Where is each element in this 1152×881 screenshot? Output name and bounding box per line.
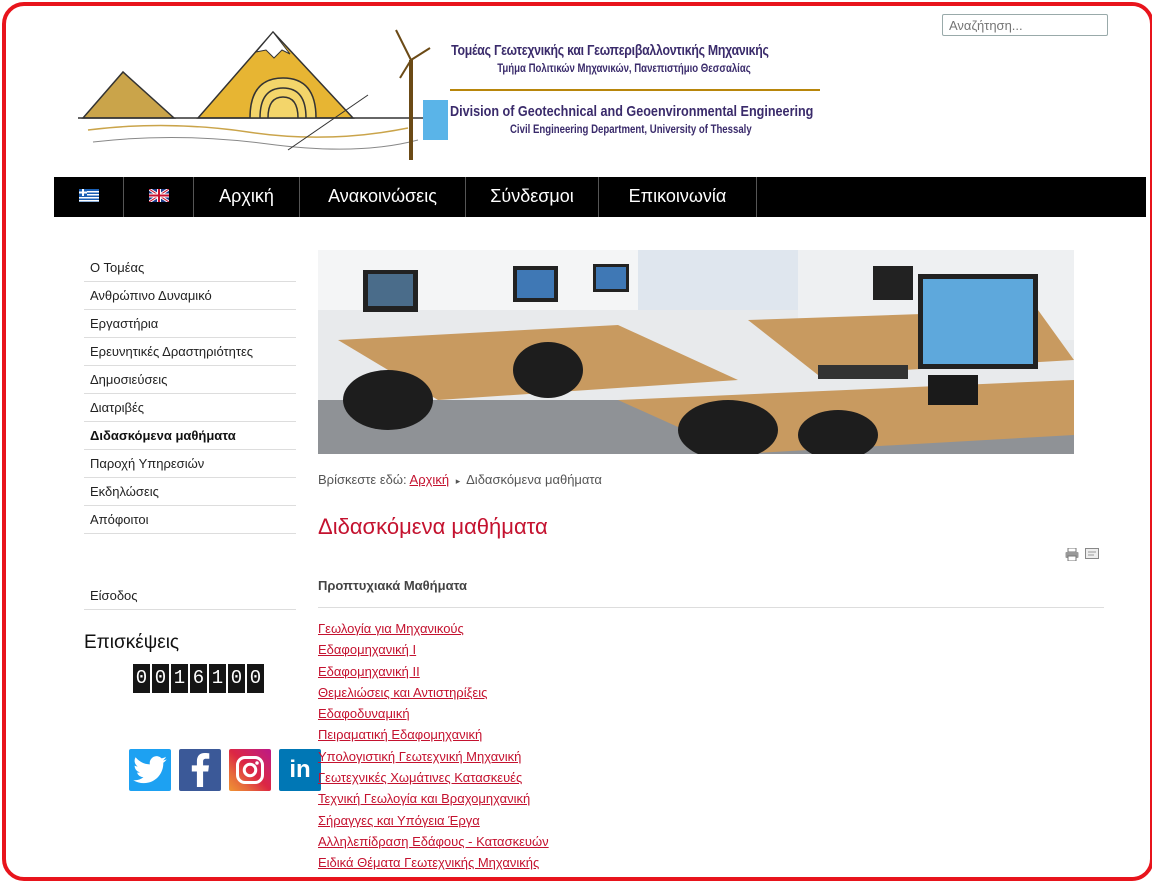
title-greek: Τομέας Γεωτεχνικής και Γεωπεριβαλλοντική… — [451, 42, 769, 59]
search-input[interactable] — [942, 14, 1108, 36]
counter-digit: 0 — [247, 664, 264, 693]
course-link[interactable]: Υπολογιστική Γεωτεχνική Μηχανική — [318, 746, 549, 767]
lang-greek-button[interactable] — [54, 177, 124, 217]
course-link[interactable]: Ειδικά Θέματα Γεωτεχνικής Μηχανικής — [318, 852, 549, 873]
sidebar-item-publications[interactable]: Δημοσιεύσεις — [84, 366, 296, 394]
course-link[interactable]: Γεωλογία για Μηχανικούς — [318, 618, 549, 639]
classroom-image — [318, 250, 1074, 454]
breadcrumb-prefix: Βρίσκεστε εδώ: — [318, 472, 407, 487]
sidebar-item-services[interactable]: Παροχή Υπηρεσιών — [84, 450, 296, 478]
counter-digit: 1 — [171, 664, 188, 693]
visit-counter: 0 0 1 6 1 0 0 — [133, 664, 264, 693]
subtitle-english: Civil Engineering Department, University… — [510, 122, 752, 136]
page: Τομέας Γεωτεχνικής και Γεωπεριβαλλοντική… — [54, 6, 1146, 877]
sidebar-item-courses[interactable]: Διδασκόμενα μαθήματα — [84, 422, 296, 450]
breadcrumb: Βρίσκεστε εδώ: Αρχική ▸ Διδασκόμενα μαθή… — [318, 472, 602, 487]
email-icon[interactable] — [1085, 548, 1099, 559]
sidebar-item-research[interactable]: Ερευνητικές Δραστηριότητες — [84, 338, 296, 366]
greek-flag-icon — [78, 189, 99, 203]
instagram-icon[interactable] — [229, 749, 271, 791]
sidebar-item-theses[interactable]: Διατριβές — [84, 394, 296, 422]
course-link[interactable]: Σήραγγες και Υπόγεια Έργα — [318, 810, 549, 831]
course-link[interactable]: Αλληλεπίδραση Εδάφους - Κατασκευών — [318, 831, 549, 852]
breadcrumb-current: Διδασκόμενα μαθήματα — [466, 472, 602, 487]
nav-home[interactable]: Αρχική — [194, 177, 300, 217]
counter-digit: 1 — [209, 664, 226, 693]
course-list: Γεωλογία για Μηχανικούς Εδαφομηχανική Ι … — [318, 618, 549, 874]
nav-announcements[interactable]: Ανακοινώσεις — [300, 177, 466, 217]
course-link[interactable]: Εδαφομηχανική ΙΙ — [318, 661, 549, 682]
page-title: Διδασκόμενα μαθήματα — [318, 514, 548, 539]
linkedin-icon[interactable]: in — [279, 749, 321, 791]
course-link[interactable]: Γεωτεχνικές Χωμάτινες Κατασκευές — [318, 767, 549, 788]
nav-contact[interactable]: Επικοινωνία — [599, 177, 757, 217]
course-link[interactable]: Τεχνική Γεωλογία και Βραχομηχανική — [318, 788, 549, 809]
facebook-icon[interactable] — [179, 749, 221, 791]
course-link[interactable]: Πειραματική Εδαφομηχανική — [318, 724, 549, 745]
course-link[interactable]: Θεμελιώσεις και Αντιστηρίξεις — [318, 682, 549, 703]
sidebar-item-staff[interactable]: Ανθρώπινο Δυναμικό — [84, 282, 296, 310]
breadcrumb-home-link[interactable]: Αρχική — [410, 472, 450, 487]
sidebar-item-division[interactable]: Ο Τομέας — [84, 254, 296, 282]
counter-digit: 6 — [190, 664, 207, 693]
login-link[interactable]: Είσοδος — [84, 582, 296, 610]
title-divider — [450, 89, 820, 91]
nav-links[interactable]: Σύνδεσμοι — [466, 177, 599, 217]
section-title: Προπτυχιακά Μαθήματα — [318, 578, 1104, 608]
twitter-icon[interactable] — [129, 749, 171, 791]
visits-title: Επισκέψεις — [84, 632, 180, 653]
counter-digit: 0 — [228, 664, 245, 693]
title-english: Division of Geotechnical and Geoenvironm… — [450, 103, 814, 120]
subtitle-greek: Τμήμα Πολιτικών Μηχανικών, Πανεπιστήμιο … — [497, 61, 751, 75]
counter-digit: 0 — [152, 664, 169, 693]
sidebar-menu: Ο Τομέας Ανθρώπινο Δυναμικό Εργαστήρια Ε… — [84, 254, 296, 534]
course-link[interactable]: Εδαφομηχανική Ι — [318, 639, 549, 660]
division-logo[interactable] — [78, 20, 448, 170]
sidebar-item-alumni[interactable]: Απόφοιτοι — [84, 506, 296, 534]
print-icon[interactable] — [1065, 548, 1079, 561]
sidebar-item-events[interactable]: Εκδηλώσεις — [84, 478, 296, 506]
counter-digit: 0 — [133, 664, 150, 693]
lang-english-button[interactable] — [124, 177, 194, 217]
social-links: in — [129, 749, 321, 791]
course-link[interactable]: Εδαφοδυναμική — [318, 703, 549, 724]
breadcrumb-arrow-icon: ▸ — [455, 476, 461, 486]
uk-flag-icon — [148, 189, 169, 203]
header-titles: Τομέας Γεωτεχνικής και Γεωπεριβαλλοντική… — [450, 42, 840, 136]
sidebar-item-labs[interactable]: Εργαστήρια — [84, 310, 296, 338]
main-nav: Αρχική Ανακοινώσεις Σύνδεσμοι Επικοινωνί… — [54, 177, 1146, 217]
article-tools — [1065, 548, 1099, 561]
screenshot-frame: Τομέας Γεωτεχνικής και Γεωπεριβαλλοντική… — [2, 2, 1152, 881]
